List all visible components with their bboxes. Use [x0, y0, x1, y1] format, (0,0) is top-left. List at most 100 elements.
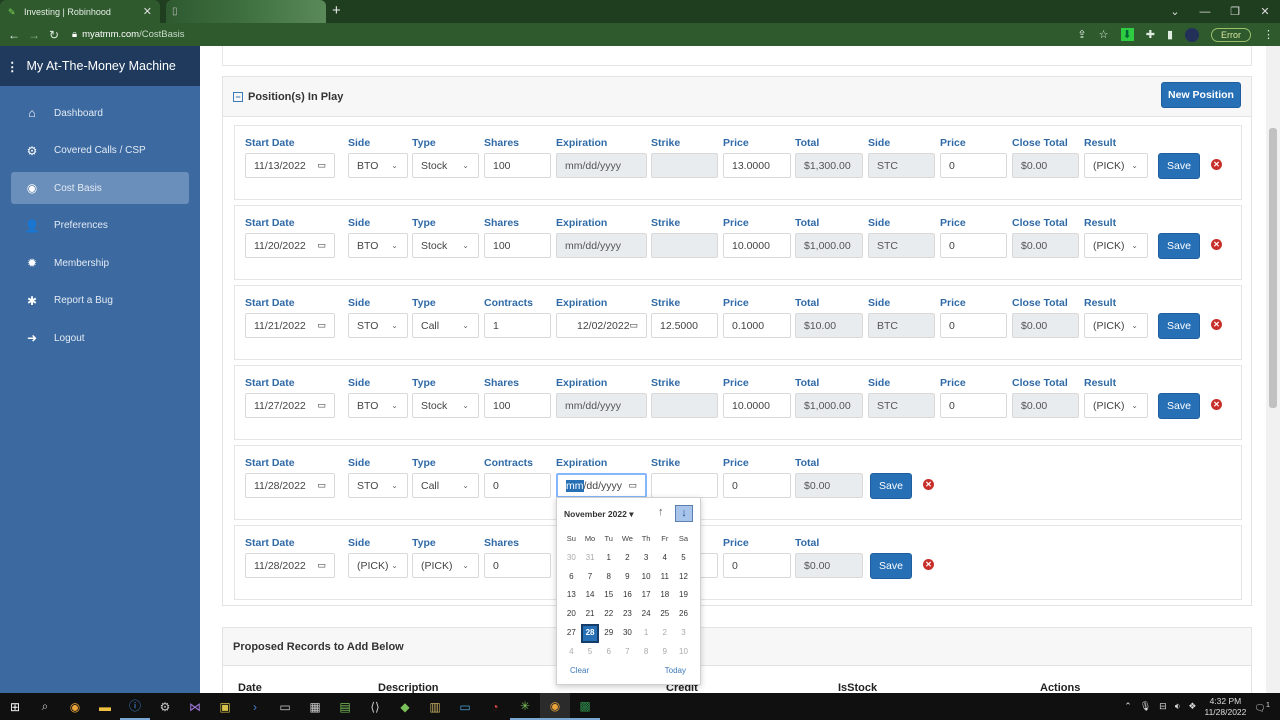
- side-input[interactable]: BTO ⌄: [348, 153, 408, 178]
- delete-icon[interactable]: ✕: [1211, 159, 1222, 170]
- page-scrollbar[interactable]: [1266, 46, 1280, 693]
- type-input[interactable]: Call ⌄: [412, 313, 479, 338]
- calendar-day[interactable]: 26: [674, 605, 693, 624]
- save-button[interactable]: Save: [1158, 393, 1200, 419]
- dropbox-icon[interactable]: ❖: [1188, 701, 1196, 712]
- type-input[interactable]: Call ⌄: [412, 473, 479, 498]
- file-explorer-icon[interactable]: ▬: [90, 693, 120, 720]
- close-price-input[interactable]: 0: [940, 153, 1007, 178]
- calendar-day[interactable]: 29: [599, 624, 618, 643]
- visual-studio-icon[interactable]: ⋈: [180, 693, 210, 720]
- calendar-day[interactable]: 2: [618, 549, 637, 568]
- calendar-day[interactable]: 6: [562, 568, 581, 587]
- sidebar-item-report-a-bug[interactable]: ✱ Report a Bug: [11, 285, 189, 317]
- result-input[interactable]: (PICK) ⌄: [1084, 153, 1148, 178]
- start-date-input[interactable]: 11/21/2022 ▭: [245, 313, 335, 338]
- sidebar-item-membership[interactable]: ✹ Membership: [11, 247, 189, 279]
- search-icon[interactable]: ⌕: [30, 693, 60, 720]
- calendar-day[interactable]: 23: [618, 605, 637, 624]
- calendar-day[interactable]: 4: [562, 643, 581, 662]
- strike-input[interactable]: 12.5000: [651, 313, 718, 338]
- result-input[interactable]: (PICK) ⌄: [1084, 233, 1148, 258]
- delete-icon[interactable]: ✕: [923, 559, 934, 570]
- calendar-day[interactable]: 3: [637, 549, 656, 568]
- calendar-icon[interactable]: ▭: [317, 160, 326, 171]
- qty-input[interactable]: 100: [484, 153, 551, 178]
- qty-input[interactable]: 100: [484, 233, 551, 258]
- calendar-icon[interactable]: ▭: [317, 400, 326, 411]
- price-input[interactable]: 10.0000: [723, 393, 791, 418]
- type-input[interactable]: Stock ⌄: [412, 153, 479, 178]
- clear-button[interactable]: Clear: [570, 666, 589, 675]
- files-app-icon[interactable]: ▥: [420, 693, 450, 720]
- powershell-icon[interactable]: ›: [240, 693, 270, 720]
- calendar-day[interactable]: 10: [637, 568, 656, 587]
- calendar-day[interactable]: 9: [618, 568, 637, 587]
- share-icon[interactable]: ⇪: [1077, 28, 1086, 41]
- start-date-input[interactable]: 11/28/2022 ▭: [245, 473, 335, 498]
- calendar-icon[interactable]: ▭: [317, 480, 326, 491]
- price-input[interactable]: 10.0000: [723, 233, 791, 258]
- side-panel-icon[interactable]: ▮: [1167, 28, 1173, 41]
- month-year-dropdown[interactable]: November 2022 ▾: [564, 509, 633, 520]
- start-date-input[interactable]: 11/27/2022 ▭: [245, 393, 335, 418]
- qty-input[interactable]: 0: [484, 473, 551, 498]
- qty-input[interactable]: 1: [484, 313, 551, 338]
- next-month-arrow-icon[interactable]: ↓: [675, 505, 693, 522]
- calendar-day[interactable]: 4: [655, 549, 674, 568]
- calendar-day[interactable]: 7: [581, 568, 600, 587]
- price-input[interactable]: 0.1000: [723, 313, 791, 338]
- start-date-input[interactable]: 11/13/2022 ▭: [245, 153, 335, 178]
- collapse-icon[interactable]: −: [233, 91, 243, 102]
- close-window-button[interactable]: ✕: [1250, 5, 1280, 18]
- volume-icon[interactable]: 🔉︎: [1175, 701, 1181, 712]
- recorder-icon[interactable]: ◔: [480, 693, 510, 720]
- calendar-day[interactable]: 17: [637, 586, 656, 605]
- microphone-icon[interactable]: 🎙︎: [1140, 701, 1151, 712]
- calendar-day[interactable]: 25: [655, 605, 674, 624]
- terminal-icon[interactable]: ▭: [270, 693, 300, 720]
- calendar-icon[interactable]: ▭: [317, 560, 326, 571]
- save-button[interactable]: Save: [1158, 313, 1200, 339]
- save-button[interactable]: Save: [870, 473, 912, 499]
- error-button[interactable]: Error: [1211, 27, 1251, 42]
- calendar-day[interactable]: 5: [674, 549, 693, 568]
- calendar-day[interactable]: 11: [655, 568, 674, 587]
- calendar-day[interactable]: 8: [599, 568, 618, 587]
- calendar-day[interactable]: 20: [562, 605, 581, 624]
- minimize-button[interactable]: —: [1190, 6, 1220, 18]
- calendar-day[interactable]: 6: [599, 643, 618, 662]
- sidebar-item-covered-calls-csp[interactable]: ⚙ Covered Calls / CSP: [11, 135, 189, 167]
- close-tab-icon[interactable]: ✕: [143, 5, 152, 18]
- price-input[interactable]: 0: [723, 553, 791, 578]
- calendar-day[interactable]: 14: [581, 586, 600, 605]
- calendar-day[interactable]: 2: [655, 624, 674, 643]
- network-app-icon[interactable]: ✳: [510, 693, 540, 720]
- type-input[interactable]: (PICK) ⌄: [412, 553, 479, 578]
- delete-icon[interactable]: ✕: [1211, 399, 1222, 410]
- today-button[interactable]: Today: [665, 666, 686, 675]
- calendar-day[interactable]: 1: [599, 549, 618, 568]
- qty-input[interactable]: 100: [484, 393, 551, 418]
- excel-icon[interactable]: ▩: [570, 693, 600, 720]
- calendar-day[interactable]: 30: [562, 549, 581, 568]
- start-date-input[interactable]: 11/20/2022 ▭: [245, 233, 335, 258]
- calendar-icon[interactable]: ▭: [317, 320, 326, 331]
- calendar-day[interactable]: 1: [637, 624, 656, 643]
- calendar-day[interactable]: 8: [637, 643, 656, 662]
- close-price-input[interactable]: 0: [940, 313, 1007, 338]
- save-button[interactable]: Save: [1158, 233, 1200, 259]
- calendar-icon[interactable]: ▭: [317, 240, 326, 251]
- result-input[interactable]: (PICK) ⌄: [1084, 313, 1148, 338]
- calendar-day[interactable]: 30: [618, 624, 637, 643]
- sidebar-item-preferences[interactable]: 👤 Preferences: [11, 210, 189, 242]
- network-icon[interactable]: ⊟: [1159, 701, 1167, 712]
- delete-icon[interactable]: ✕: [923, 479, 934, 490]
- close-price-input[interactable]: 0: [940, 233, 1007, 258]
- notifications-icon[interactable]: 🗨︎1: [1254, 700, 1270, 714]
- notepad-icon[interactable]: ▤: [330, 693, 360, 720]
- calendar-day[interactable]: 18: [655, 586, 674, 605]
- calendar-day-selected[interactable]: 28: [580, 623, 600, 643]
- side-input[interactable]: BTO ⌄: [348, 233, 408, 258]
- qty-input[interactable]: 0: [484, 553, 551, 578]
